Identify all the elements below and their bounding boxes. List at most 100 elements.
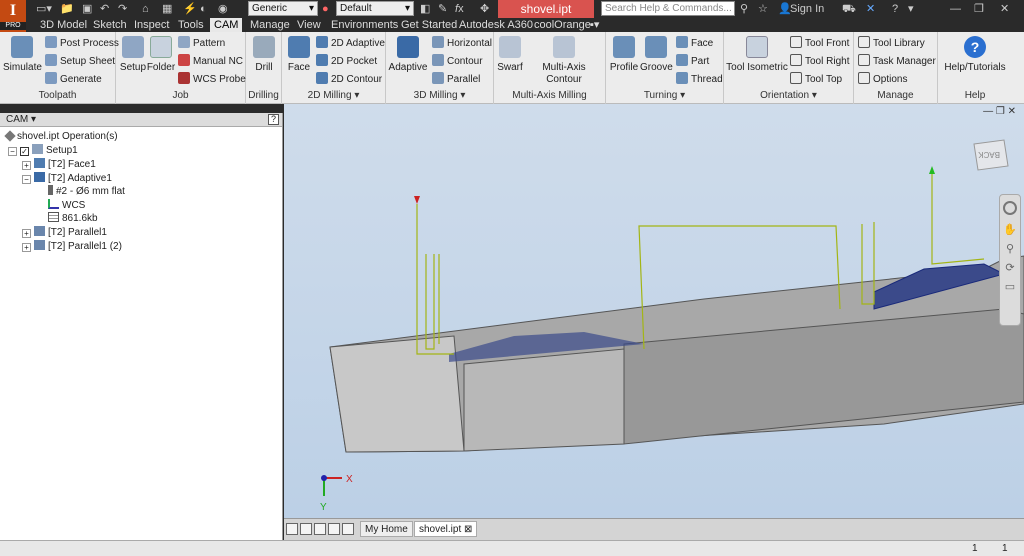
adjust-icon[interactable]: ◧	[420, 2, 430, 16]
tile-icon[interactable]	[286, 523, 298, 536]
tree-adaptive1[interactable]: − [T2] Adaptive1	[22, 172, 112, 185]
generate-button[interactable]: Generate	[45, 72, 102, 88]
vertical-tile-icon[interactable]	[328, 523, 340, 536]
tab-cam[interactable]: CAM	[210, 18, 243, 32]
update-icon[interactable]: ⚡	[183, 2, 197, 16]
cart-icon[interactable]: ⛟	[842, 2, 856, 16]
options-button[interactable]: Options	[858, 72, 907, 88]
part-button[interactable]: Part	[676, 54, 709, 70]
tab-manage[interactable]: Manage	[246, 18, 294, 32]
thread-button[interactable]: Thread	[676, 72, 723, 88]
group-label-3d-milling[interactable]: 3D Milling ▾	[386, 90, 493, 102]
cascade-icon[interactable]	[300, 523, 312, 536]
simulate-button[interactable]: Simulate	[3, 36, 42, 74]
multi-axis-contour-button[interactable]: Multi-Axis Contour	[525, 36, 603, 86]
tool-front-button[interactable]: Tool Front	[790, 36, 849, 52]
appearance-dropdown[interactable]: Default	[336, 1, 414, 16]
pan-icon[interactable]: ✋	[1000, 223, 1020, 236]
tool-library-button[interactable]: Tool Library	[858, 36, 925, 52]
color-icon[interactable]: ●	[322, 2, 329, 16]
profile-button[interactable]: Profile	[608, 36, 640, 74]
restore-icon[interactable]: ❐	[974, 2, 984, 16]
minimize-icon[interactable]: —	[950, 2, 961, 16]
binoculars-icon[interactable]: ⚲	[740, 2, 748, 16]
tree-size[interactable]: 861.6kb	[48, 212, 98, 225]
swarf-button[interactable]: Swarf	[497, 36, 523, 74]
tree-parallel2[interactable]: + [T2] Parallel1 (2)	[22, 240, 122, 253]
2d-adaptive-button[interactable]: 2D Adaptive	[316, 36, 385, 52]
collapse-icon[interactable]: −	[22, 175, 31, 184]
face-button[interactable]: Face	[284, 36, 314, 74]
home-icon[interactable]: ⌂	[142, 2, 149, 16]
expand-icon[interactable]: +	[22, 229, 31, 238]
clear-icon[interactable]: ✎	[438, 2, 447, 16]
tab-get-started[interactable]: Get Started	[397, 18, 461, 32]
look-at-icon[interactable]: ▭	[1000, 280, 1020, 293]
horizontal-button[interactable]: Horizontal	[432, 36, 492, 52]
panel-help-icon[interactable]: ?	[268, 114, 279, 125]
app-menu-button[interactable]: I PRO	[0, 0, 26, 32]
view-layout-icons[interactable]	[286, 523, 356, 536]
folder-button[interactable]: Folder	[146, 36, 176, 74]
select-icon[interactable]: ▦	[162, 2, 172, 16]
appearance-icon[interactable]: ◉	[218, 2, 228, 16]
horizontal-tile-icon[interactable]	[314, 523, 326, 536]
save-icon[interactable]: ▣	[82, 2, 92, 16]
manual-nc-button[interactable]: Manual NC	[178, 54, 243, 70]
material-dropdown[interactable]: Generic	[248, 1, 318, 16]
material-icon[interactable]: ◐	[200, 2, 207, 16]
group-label-turning[interactable]: Turning ▾	[606, 90, 723, 102]
close-icon[interactable]: ✕	[1000, 2, 1009, 16]
tree-setup[interactable]: − ✓ Setup1	[8, 144, 78, 157]
help-icon[interactable]: ?	[892, 2, 898, 16]
orbit-icon[interactable]: ⟳	[1000, 261, 1020, 274]
tab-close-icon[interactable]: ⊠	[464, 524, 472, 535]
new-file-icon[interactable]: ▭▾	[36, 2, 52, 16]
graphics-viewport[interactable]: — ❐ ✕ X Y	[284, 104, 1024, 518]
wcs-probe-button[interactable]: WCS Probe	[178, 72, 246, 88]
move-icon[interactable]: ✥	[480, 2, 489, 16]
search-input[interactable]: Search Help & Commands...	[601, 1, 735, 16]
tab-shovel[interactable]: shovel.ipt ⊠	[414, 521, 478, 537]
tab-more-icon[interactable]: ▪▾	[586, 18, 603, 32]
checkbox-icon[interactable]: ✓	[20, 147, 29, 156]
tab-sketch[interactable]: Sketch	[89, 18, 131, 32]
2d-pocket-button[interactable]: 2D Pocket	[316, 54, 377, 70]
help-tutorials-button[interactable]: ? Help/Tutorials	[940, 36, 1010, 74]
steering-wheel-icon[interactable]	[1003, 201, 1017, 215]
turning-face-button[interactable]: Face	[676, 36, 713, 52]
2d-contour-button[interactable]: 2D Contour	[316, 72, 382, 88]
tree-parallel1[interactable]: + [T2] Parallel1	[22, 226, 107, 239]
group-label-orientation[interactable]: Orientation ▾	[724, 90, 853, 102]
tree-face1[interactable]: + [T2] Face1	[22, 158, 96, 171]
expand-icon[interactable]: +	[22, 243, 31, 252]
tree-root[interactable]: shovel.ipt Operation(s)	[4, 130, 118, 143]
setup-button[interactable]: Setup	[118, 36, 148, 74]
tree-wcs[interactable]: WCS	[48, 199, 85, 212]
groove-button[interactable]: Groove	[640, 36, 673, 74]
fx-icon[interactable]: fx	[455, 2, 464, 16]
tab-view[interactable]: View	[293, 18, 325, 32]
expand-icon[interactable]: +	[22, 161, 31, 170]
viewcube[interactable]: BACK	[970, 136, 1010, 174]
star-icon[interactable]: ☆	[758, 2, 768, 16]
tab-3d-model[interactable]: 3D Model	[36, 18, 91, 32]
parallel-button[interactable]: Parallel	[432, 72, 480, 88]
panel-title[interactable]: CAM	[6, 114, 28, 125]
sign-in-link[interactable]: Sign In	[790, 2, 824, 16]
tab-my-home[interactable]: My Home	[360, 521, 413, 537]
undo-icon[interactable]: ↶	[100, 2, 109, 16]
tab-inspect[interactable]: Inspect	[130, 18, 173, 32]
redo-icon[interactable]: ↷	[118, 2, 127, 16]
tool-right-button[interactable]: Tool Right	[790, 54, 849, 70]
help-dropdown-icon[interactable]: ▾	[908, 2, 914, 16]
drill-button[interactable]: Drill	[250, 36, 278, 74]
tool-isometric-button[interactable]: Tool Isometric	[726, 36, 788, 74]
group-label-2d-milling[interactable]: 2D Milling ▾	[282, 90, 385, 102]
contour-button[interactable]: Contour	[432, 54, 483, 70]
zoom-icon[interactable]: ⚲	[1000, 242, 1020, 255]
tab-environments[interactable]: Environments	[327, 18, 402, 32]
tab-tools[interactable]: Tools	[174, 18, 208, 32]
window-list-icon[interactable]	[342, 523, 354, 536]
tree-tool[interactable]: #2 - Ø6 mm flat	[48, 185, 125, 198]
